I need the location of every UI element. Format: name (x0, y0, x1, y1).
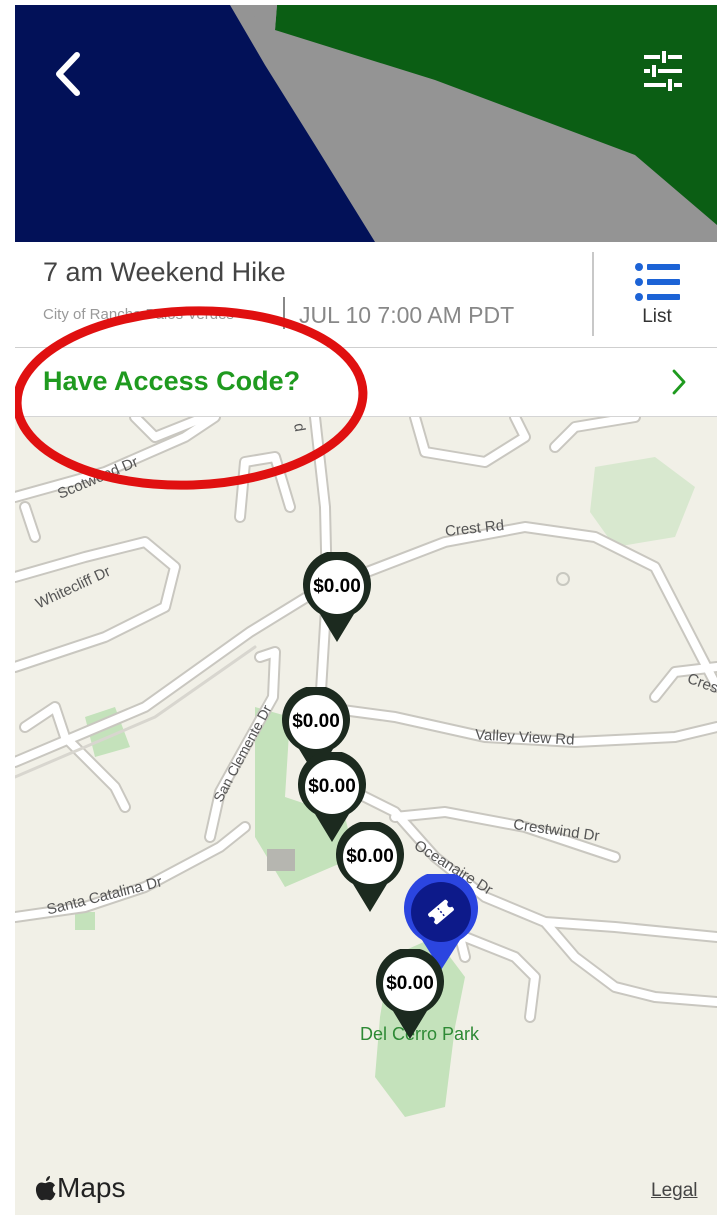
chevron-left-icon (56, 52, 80, 96)
list-icon (635, 263, 680, 301)
event-title: 7 am Weekend Hike (43, 257, 286, 287)
event-venue: City of Rancho Palos Verdes (43, 306, 234, 323)
apple-logo-icon (35, 1176, 56, 1201)
access-code-row[interactable]: Have Access Code? (15, 348, 717, 417)
chevron-right-icon (672, 369, 686, 395)
list-view-label: List (642, 306, 672, 327)
info-divider (283, 297, 285, 329)
filter-button[interactable] (637, 45, 689, 97)
price-pin-label: $0.00 (386, 973, 434, 994)
price-pin-label: $0.00 (346, 846, 394, 867)
event-datetime: JUL 10 7:00 AM PDT (299, 302, 515, 328)
price-pin-label: $0.00 (313, 576, 361, 597)
maps-attribution: Maps (35, 1172, 125, 1204)
sliders-icon (644, 51, 682, 91)
price-pin-label: $0.00 (308, 776, 356, 797)
map-pin-icon (376, 947, 444, 1039)
list-view-button[interactable]: List (605, 256, 709, 342)
app-screen: 7 am Weekend Hike City of Rancho Palos V… (15, 0, 717, 1215)
access-code-label: Have Access Code? (43, 366, 301, 396)
event-info-bar: 7 am Weekend Hike City of Rancho Palos V… (15, 242, 717, 348)
map-view[interactable]: Scotwood Dr Whitecliff Dr Crest Rd Valle… (15, 417, 717, 1215)
maps-attribution-text: Maps (57, 1172, 126, 1203)
legal-link[interactable]: Legal (651, 1180, 698, 1202)
event-header-image (15, 5, 717, 242)
map-pin-icon (303, 550, 371, 642)
back-button[interactable] (45, 47, 89, 101)
price-pin[interactable]: $0.00 (335, 820, 405, 914)
price-pin[interactable]: $0.00 (375, 947, 445, 1041)
price-pin-label: $0.00 (292, 711, 340, 732)
map-pin-icon (336, 820, 404, 912)
list-divider (592, 252, 594, 336)
price-pin[interactable]: $0.00 (302, 550, 372, 644)
tennis-court (267, 849, 295, 871)
